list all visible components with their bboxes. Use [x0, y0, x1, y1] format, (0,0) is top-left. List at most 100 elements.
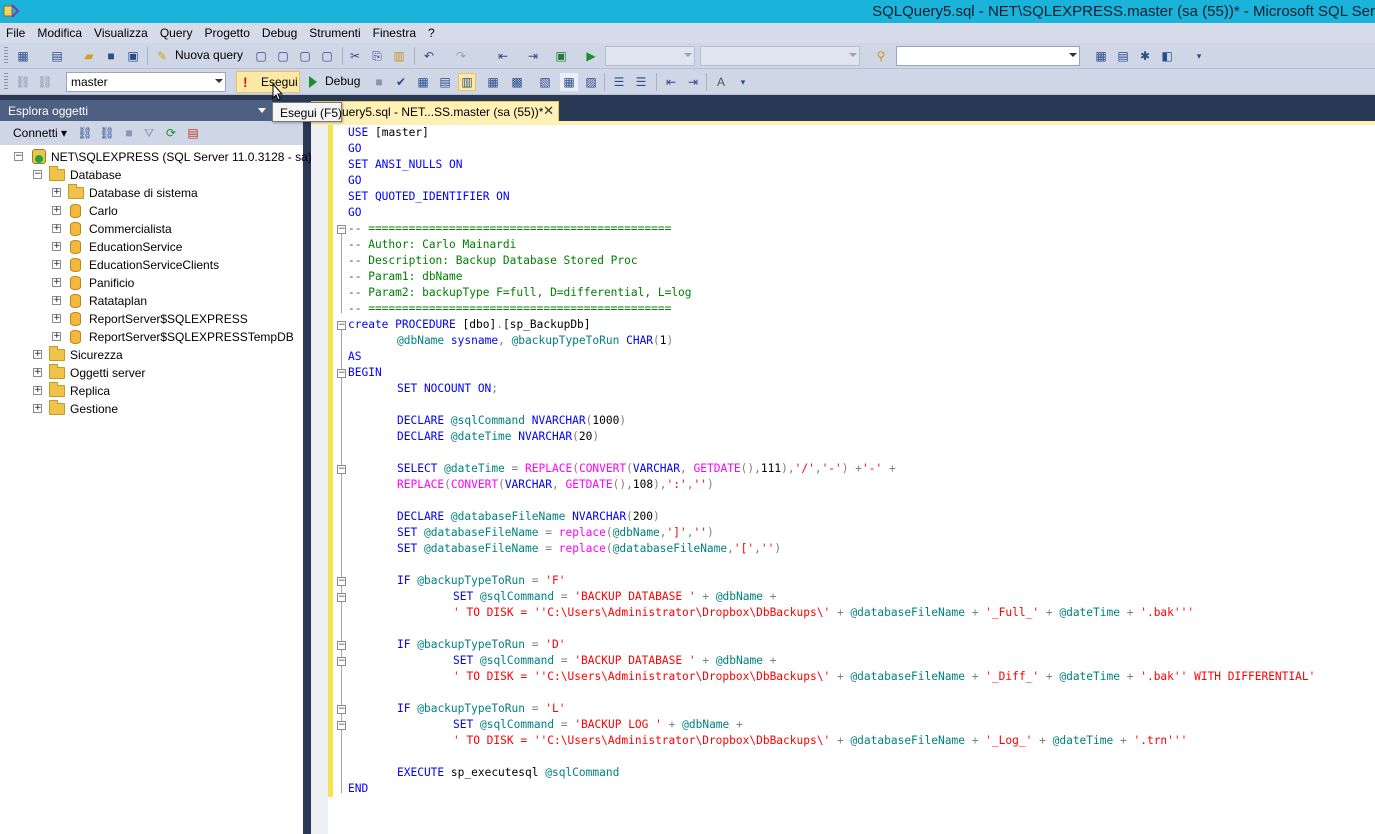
expand-icon[interactable]: +	[52, 242, 61, 251]
expand-icon[interactable]: +	[52, 278, 61, 287]
database-icon	[70, 204, 81, 218]
folder-icon	[49, 382, 65, 397]
analysis-query-icon[interactable]: ▢	[274, 47, 292, 65]
menu-strumenti[interactable]: Strumenti	[303, 23, 366, 43]
expand-icon[interactable]: +	[52, 224, 61, 233]
connect-dropdown[interactable]: Connetti ▾	[13, 126, 67, 140]
expand-icon[interactable]: +	[33, 386, 42, 395]
execute-button[interactable]: ! Esegui	[236, 71, 300, 93]
find-in-files-icon[interactable]: ⚲	[872, 47, 890, 65]
results-grid-icon[interactable]: ▦	[560, 73, 578, 91]
specify-values-icon[interactable]: A	[712, 73, 730, 91]
stop-icon[interactable]: ■	[120, 124, 138, 142]
client-stats-icon[interactable]: ▩	[508, 73, 526, 91]
cut-icon[interactable]: ✂	[346, 47, 364, 65]
find-combo[interactable]	[896, 46, 1080, 66]
add-item-icon[interactable]: ▤	[48, 47, 66, 65]
connect-server-icon[interactable]: ⛓	[76, 124, 94, 142]
menu-finestra[interactable]: Finestra	[367, 23, 422, 43]
disconnect-icon[interactable]: ⛓	[36, 73, 54, 91]
results-to-grid-icon[interactable]: ▥	[458, 73, 476, 91]
menu-debug[interactable]: Debug	[256, 23, 303, 43]
code-line: ' TO DISK = ''C:\Users\Administrator\Dro…	[453, 670, 1316, 683]
toolbar-grip[interactable]	[4, 73, 8, 91]
tab-sqlquery5[interactable]: uery5.sql - NET...SS.master (sa (55))* ✕	[311, 101, 559, 121]
dmx-query-icon[interactable]: ▢	[296, 47, 314, 65]
paste-icon[interactable]: ▥	[390, 47, 408, 65]
registered-servers-icon[interactable]: ▦	[1092, 47, 1110, 65]
parse-icon[interactable]: ✔	[392, 73, 410, 91]
expand-icon[interactable]: +	[52, 332, 61, 341]
expand-icon[interactable]: +	[33, 368, 42, 377]
solution-config-select[interactable]	[605, 46, 695, 66]
panel-splitter[interactable]	[303, 100, 311, 834]
include-plan-icon[interactable]: ▦	[484, 73, 502, 91]
connect-icon[interactable]: ⛓	[14, 73, 32, 91]
new-project-icon[interactable]: ▦	[14, 47, 32, 65]
expand-icon[interactable]: +	[33, 404, 42, 413]
collapse-icon[interactable]: −	[337, 465, 346, 474]
menu-modifica[interactable]: Modifica	[31, 23, 88, 43]
save-all-icon[interactable]: ▣	[124, 47, 142, 65]
decrease-indent-icon[interactable]: ⇤	[662, 73, 680, 91]
collapse-icon[interactable]: −	[337, 705, 346, 714]
collapse-icon[interactable]: −	[14, 152, 23, 161]
xmla-query-icon[interactable]: ▢	[318, 47, 336, 65]
solution-platform-select[interactable]	[700, 46, 860, 66]
new-query-icon[interactable]: ✎	[153, 47, 171, 65]
expand-icon[interactable]: +	[52, 260, 61, 269]
uncomment-icon[interactable]: ☰	[632, 73, 650, 91]
chevron-down-icon[interactable]	[258, 108, 266, 113]
collapse-icon[interactable]: −	[337, 721, 346, 730]
expand-icon[interactable]: +	[33, 350, 42, 359]
toolbar-overflow-icon[interactable]: ▾	[1190, 47, 1208, 65]
expand-icon[interactable]: +	[52, 314, 61, 323]
navigate-back-icon[interactable]: ⇤	[494, 47, 512, 65]
disconnect-server-icon[interactable]: ⛓	[98, 124, 116, 142]
menu-file[interactable]: File	[0, 23, 31, 43]
menu-visualizza[interactable]: Visualizza	[88, 23, 154, 43]
filter-icon[interactable]: ⛛	[140, 124, 158, 142]
menu-help[interactable]: ?	[422, 23, 441, 43]
database-select[interactable]: master	[66, 72, 226, 92]
toolbar-overflow-icon[interactable]: ▾	[734, 73, 752, 91]
query-designer-icon[interactable]: ▤	[436, 73, 454, 91]
results-to-text-icon[interactable]: ▧	[536, 73, 554, 91]
cancel-query-icon[interactable]: ■	[370, 73, 388, 91]
start-icon[interactable]: ▶	[582, 47, 600, 65]
collapse-icon[interactable]: −	[33, 170, 42, 179]
collapse-icon[interactable]: −	[337, 641, 346, 650]
object-explorer-icon[interactable]: ▤	[1114, 47, 1132, 65]
toolbox-icon[interactable]: ◧	[1158, 47, 1176, 65]
navigate-forward-icon[interactable]: ⇥	[524, 47, 542, 65]
expand-icon[interactable]: +	[52, 296, 61, 305]
open-file-icon[interactable]: ▰	[80, 47, 98, 65]
menu-query[interactable]: Query	[154, 23, 199, 43]
collapse-icon[interactable]: −	[337, 577, 346, 586]
toolbar-grip[interactable]	[4, 47, 8, 65]
menu-progetto[interactable]: Progetto	[199, 23, 256, 43]
collapse-icon[interactable]: −	[337, 657, 346, 666]
undo-icon[interactable]: ↶	[420, 47, 438, 65]
collapse-icon[interactable]: −	[337, 369, 346, 378]
expand-icon[interactable]: +	[52, 206, 61, 215]
collapse-icon[interactable]: −	[337, 321, 346, 330]
collapse-icon[interactable]: −	[337, 225, 346, 234]
new-query-button[interactable]: Nuova query	[175, 48, 243, 62]
display-plan-icon[interactable]: ▦	[414, 73, 432, 91]
copy-icon[interactable]: ⎘	[368, 47, 386, 65]
comment-icon[interactable]: ☰	[610, 73, 628, 91]
activity-monitor-icon[interactable]: ▤	[184, 124, 202, 142]
collapse-icon[interactable]: −	[337, 593, 346, 602]
increase-indent-icon[interactable]: ⇥	[684, 73, 702, 91]
properties-icon[interactable]: ✱	[1136, 47, 1154, 65]
close-icon[interactable]: ✕	[543, 103, 554, 119]
save-icon[interactable]: ■	[102, 47, 120, 65]
expand-icon[interactable]: +	[52, 188, 61, 197]
results-file-icon[interactable]: ▨	[582, 73, 600, 91]
db-engine-query-icon[interactable]: ▢	[252, 47, 270, 65]
find-icon[interactable]: ▣	[552, 47, 570, 65]
refresh-icon[interactable]: ⟳	[162, 124, 180, 142]
redo-icon[interactable]: ↷	[452, 47, 470, 65]
folder-label: Sicurezza	[70, 348, 123, 362]
